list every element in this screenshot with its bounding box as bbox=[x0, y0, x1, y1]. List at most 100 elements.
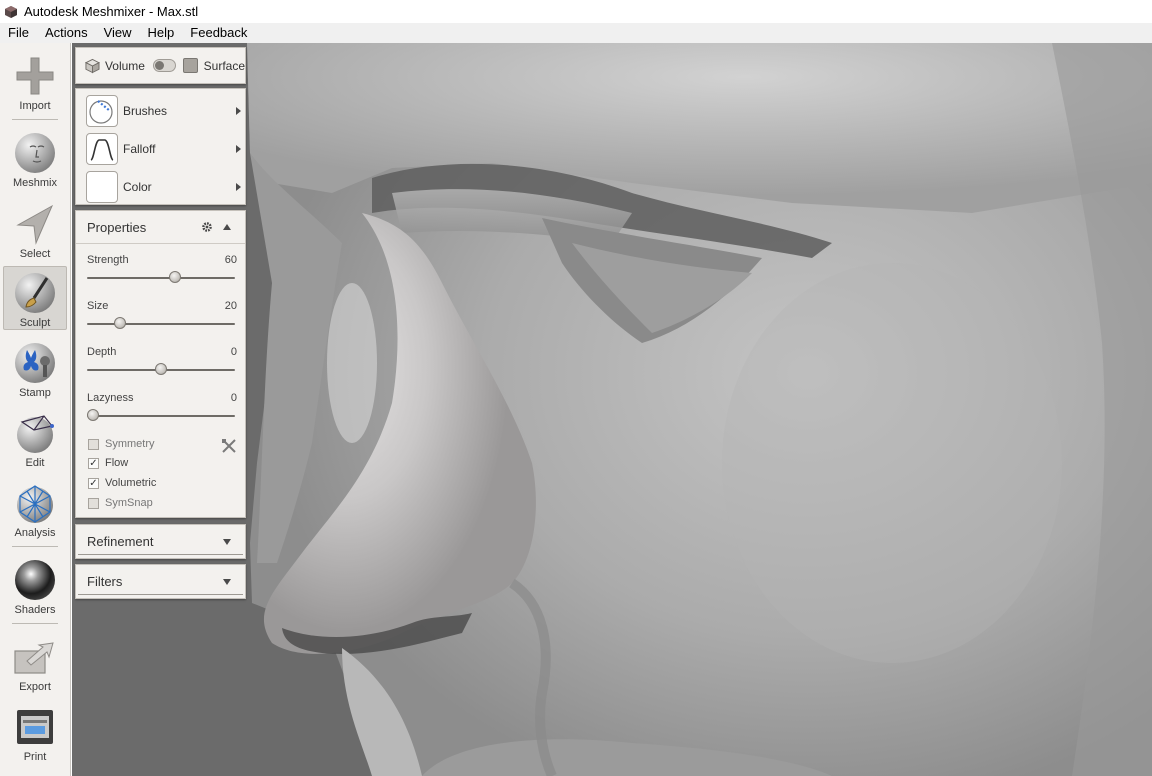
slider-thumb[interactable] bbox=[114, 317, 127, 329]
checkbox-box[interactable]: ✓ bbox=[88, 477, 99, 489]
slider-track[interactable] bbox=[87, 415, 235, 417]
size-label: Size bbox=[87, 300, 109, 312]
menu-view[interactable]: View bbox=[96, 23, 140, 43]
lazyness-value: 0 bbox=[230, 392, 237, 404]
printer-icon bbox=[13, 705, 57, 749]
panel-underline bbox=[78, 594, 243, 595]
toolbar-divider bbox=[12, 119, 58, 120]
slider-thumb[interactable] bbox=[155, 363, 167, 375]
checkbox-box[interactable] bbox=[88, 497, 99, 509]
menu-help[interactable]: Help bbox=[140, 23, 183, 43]
depth-value: 0 bbox=[230, 346, 237, 358]
filters-panel[interactable]: Filters bbox=[75, 564, 246, 599]
filters-title: Filters bbox=[87, 574, 123, 589]
tool-select[interactable]: Select bbox=[3, 198, 67, 262]
symmetry-tools-icon[interactable] bbox=[221, 438, 237, 454]
stamp-icon bbox=[13, 341, 57, 385]
window-title: Autodesk Meshmixer - Max.stl bbox=[24, 4, 199, 19]
tool-edit-label: Edit bbox=[25, 457, 45, 469]
depth-slider[interactable]: Depth 0 bbox=[87, 346, 237, 392]
brush-thumbnail bbox=[86, 94, 118, 127]
slider-thumb[interactable] bbox=[168, 271, 181, 283]
brushes-row[interactable]: Brushes bbox=[86, 94, 241, 127]
color-label: Color bbox=[123, 179, 152, 194]
size-slider[interactable]: Size 20 bbox=[87, 300, 237, 346]
properties-header[interactable]: Properties bbox=[76, 211, 245, 244]
lazyness-slider[interactable]: Lazyness 0 bbox=[87, 392, 237, 438]
depth-label: Depth bbox=[87, 346, 117, 358]
tool-shaders[interactable]: Shaders bbox=[3, 554, 67, 618]
expand-right-icon bbox=[236, 182, 241, 191]
expand-right-icon bbox=[236, 144, 241, 153]
strength-label: Strength bbox=[87, 254, 129, 266]
tool-analysis-label: Analysis bbox=[14, 527, 56, 539]
tool-sculpt-label: Sculpt bbox=[19, 317, 51, 329]
tool-export-label: Export bbox=[19, 681, 51, 693]
symmetry-checkbox[interactable]: Symmetry bbox=[88, 436, 155, 452]
expand-down-icon[interactable] bbox=[223, 538, 231, 545]
gear-icon[interactable] bbox=[201, 221, 213, 233]
flow-checkbox[interactable]: ✓ Flow bbox=[88, 455, 128, 471]
toggle-knob bbox=[154, 61, 164, 70]
symmetry-label: Symmetry bbox=[105, 438, 155, 450]
export-icon bbox=[13, 635, 57, 679]
collapse-up-icon[interactable] bbox=[223, 224, 231, 230]
tool-stamp-label: Stamp bbox=[19, 387, 51, 399]
checkbox-box[interactable]: ✓ bbox=[88, 457, 99, 469]
tool-select-label: Select bbox=[19, 248, 51, 260]
brushes-label: Brushes bbox=[123, 103, 168, 118]
tool-edit[interactable]: Edit bbox=[3, 407, 67, 471]
tool-shaders-label: Shaders bbox=[14, 604, 56, 616]
volume-label: Volume bbox=[104, 58, 145, 73]
volumetric-label: Volumetric bbox=[105, 477, 157, 489]
properties-title: Properties bbox=[87, 219, 147, 235]
lazyness-label: Lazyness bbox=[87, 392, 134, 404]
menu-actions[interactable]: Actions bbox=[37, 23, 96, 43]
symsnap-label: SymSnap bbox=[105, 497, 153, 509]
shader-sphere-icon bbox=[13, 558, 57, 602]
menu-file[interactable]: File bbox=[0, 23, 37, 43]
checkbox-box[interactable] bbox=[88, 438, 99, 450]
analysis-icon bbox=[13, 481, 57, 525]
strength-slider[interactable]: Strength 60 bbox=[87, 254, 237, 300]
size-value: 20 bbox=[224, 300, 237, 312]
tool-meshmix[interactable]: Meshmix bbox=[3, 127, 67, 191]
meshmixer-app-icon bbox=[5, 5, 17, 18]
tool-meshmix-label: Meshmix bbox=[12, 177, 57, 189]
slider-track[interactable] bbox=[87, 277, 235, 279]
expand-down-icon[interactable] bbox=[223, 578, 231, 585]
toolbar-divider bbox=[12, 623, 58, 624]
properties-panel: Properties Strength 60 Size 20 Depth 0 L… bbox=[75, 210, 246, 518]
tool-import[interactable]: Import bbox=[3, 50, 67, 114]
color-row[interactable]: Color bbox=[86, 170, 241, 203]
title-bar: Autodesk Meshmixer - Max.stl bbox=[0, 0, 1152, 23]
panel-underline bbox=[78, 554, 243, 555]
strength-value: 60 bbox=[224, 254, 237, 266]
volume-surface-toggle[interactable] bbox=[152, 59, 177, 72]
edit-mesh-icon bbox=[13, 411, 57, 455]
refinement-panel[interactable]: Refinement bbox=[75, 524, 246, 559]
tool-analysis[interactable]: Analysis bbox=[3, 477, 67, 541]
tool-sculpt[interactable]: Sculpt bbox=[3, 266, 67, 330]
toolbar-divider bbox=[12, 546, 58, 547]
plus-icon bbox=[13, 54, 57, 98]
slider-track[interactable] bbox=[87, 323, 235, 325]
mode-panel: Volume Surface bbox=[75, 47, 246, 84]
symsnap-checkbox[interactable]: SymSnap bbox=[88, 495, 153, 511]
expand-right-icon bbox=[236, 106, 241, 115]
tool-export[interactable]: Export bbox=[3, 631, 67, 695]
menu-feedback[interactable]: Feedback bbox=[182, 23, 255, 43]
menu-bar: File Actions View Help Feedback bbox=[0, 23, 1152, 43]
tool-print[interactable]: Print bbox=[3, 701, 67, 765]
select-arrow-icon bbox=[13, 202, 57, 246]
falloff-row[interactable]: Falloff bbox=[86, 132, 241, 165]
volumetric-checkbox[interactable]: ✓ Volumetric bbox=[88, 475, 156, 491]
face-sphere-icon bbox=[13, 131, 57, 175]
tool-import-label: Import bbox=[19, 100, 51, 112]
sculpt-brush-icon bbox=[13, 271, 57, 315]
surface-label: Surface bbox=[203, 58, 245, 73]
tool-print-label: Print bbox=[23, 751, 47, 763]
volume-cube-icon bbox=[85, 58, 100, 73]
slider-thumb[interactable] bbox=[87, 409, 99, 421]
tool-stamp[interactable]: Stamp bbox=[3, 337, 67, 401]
